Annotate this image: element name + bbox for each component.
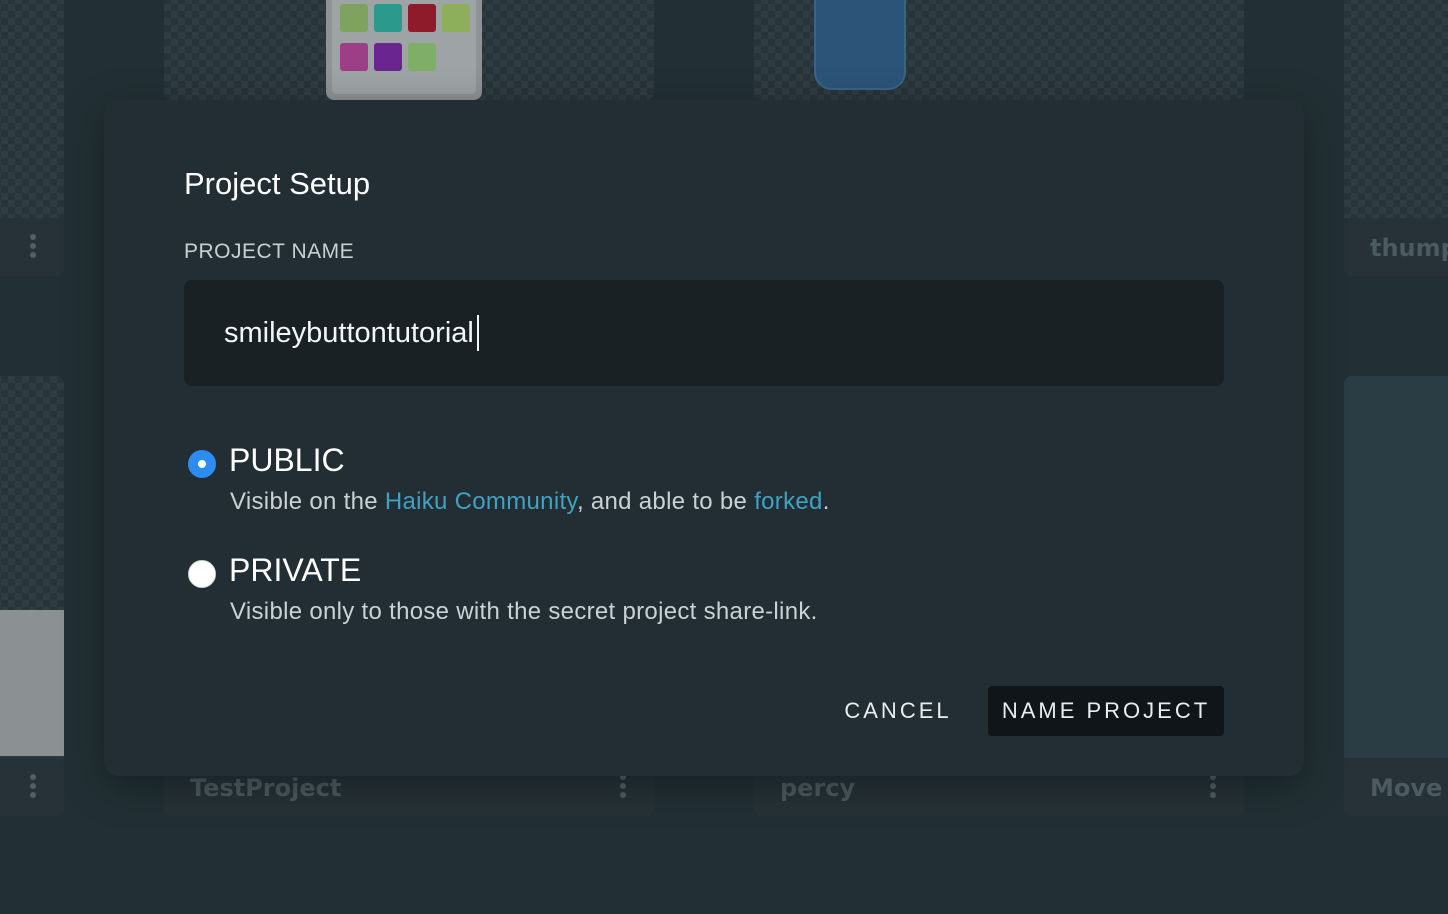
more-options-icon[interactable] xyxy=(620,774,626,798)
more-options-icon[interactable] xyxy=(30,774,36,798)
public-desc-middle: , and able to be xyxy=(576,488,755,515)
forked-link[interactable]: forked xyxy=(754,488,823,515)
thumbnail-swatch xyxy=(374,4,402,32)
haiku-community-link[interactable]: Haiku Community xyxy=(385,488,577,515)
more-options-icon[interactable] xyxy=(30,234,36,258)
private-label: PRIVATE xyxy=(229,552,362,588)
project-name-value[interactable]: smileybuttontutorial xyxy=(224,317,474,350)
project-card[interactable]: thump xyxy=(1344,0,1448,276)
name-project-button[interactable]: NAME PROJECT xyxy=(988,686,1224,736)
thumbnail-swatch xyxy=(442,43,470,71)
cancel-button[interactable]: CANCEL xyxy=(830,686,966,736)
thumbnail-swatch xyxy=(408,43,436,71)
project-name: TestProject xyxy=(190,774,342,802)
more-options-icon[interactable] xyxy=(1210,774,1216,798)
thumbnail-swatch xyxy=(340,43,368,71)
button-thumbnail-image xyxy=(814,0,906,90)
project-name: thump xyxy=(1370,234,1448,262)
project-name-input[interactable]: smileybuttontutorial xyxy=(184,280,1224,386)
project-setup-modal: Project Setup PROJECT NAME smileybuttont… xyxy=(104,100,1304,776)
private-description: Visible only to those with the secret pr… xyxy=(230,598,818,625)
thumbnail-swatch xyxy=(340,4,368,32)
modal-title: Project Setup xyxy=(184,166,371,201)
project-thumbnail xyxy=(1344,376,1448,758)
public-desc-suffix: . xyxy=(822,488,830,515)
public-desc-prefix: Visible on the xyxy=(230,488,385,515)
project-thumbnail-preview xyxy=(0,610,64,756)
project-name: percy xyxy=(780,774,856,802)
text-cursor xyxy=(476,315,479,351)
project-thumbnail xyxy=(0,376,64,610)
public-label: PUBLIC xyxy=(229,442,345,478)
phone-thumbnail-image xyxy=(326,0,482,100)
public-description: Visible on the Haiku Community, and able… xyxy=(230,488,830,516)
project-name-label: PROJECT NAME xyxy=(184,240,355,263)
private-radio[interactable] xyxy=(188,560,216,588)
project-thumbnail xyxy=(0,0,64,218)
project-card[interactable]: Move xyxy=(1344,376,1448,816)
public-radio[interactable] xyxy=(188,450,216,478)
project-name: Move xyxy=(1370,774,1443,802)
thumbnail-swatch xyxy=(374,43,402,71)
project-thumbnail xyxy=(1344,0,1448,218)
project-card[interactable] xyxy=(0,376,64,816)
thumbnail-swatch xyxy=(408,4,436,32)
thumbnail-swatch xyxy=(442,4,470,32)
project-card[interactable] xyxy=(0,0,64,276)
